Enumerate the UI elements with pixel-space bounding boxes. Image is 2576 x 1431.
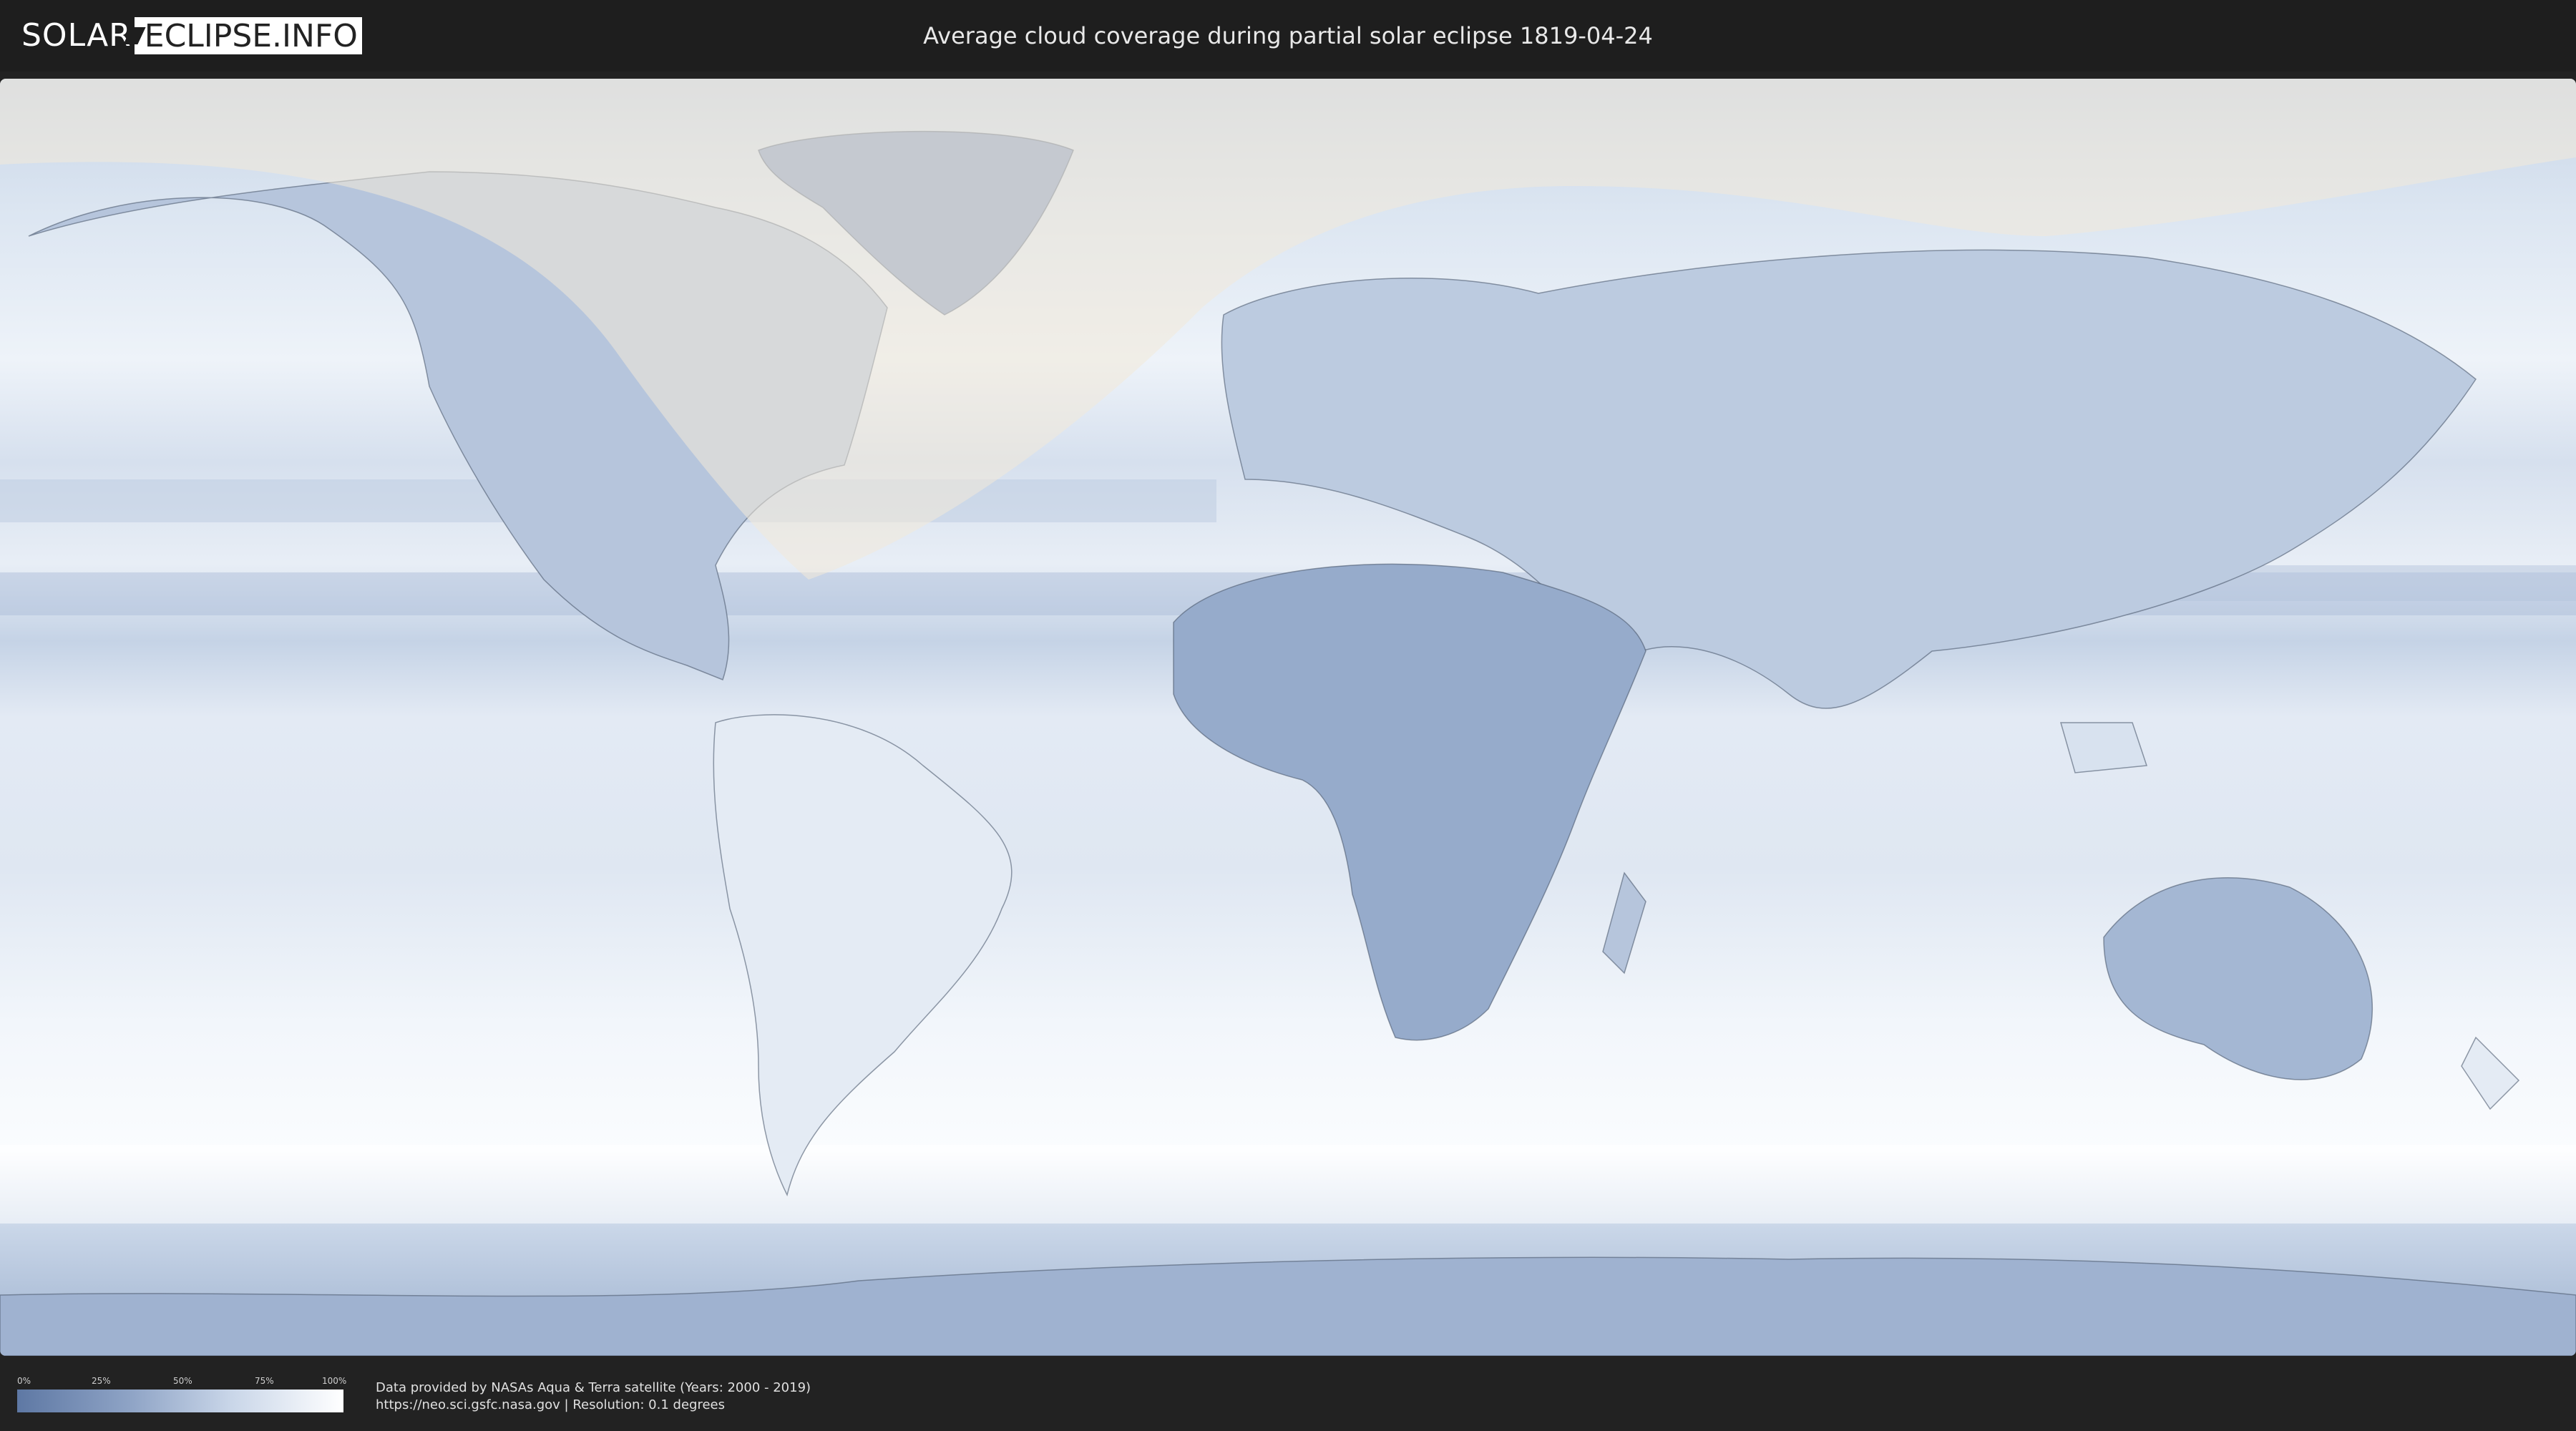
southern-ocean-clouds [0,1145,2576,1224]
credits-line-source: Data provided by NASAs Aqua & Terra sate… [376,1380,811,1395]
logo-text-eclipse-info-label: ECLIPSE.INFO [144,18,358,54]
legend-tick-100: 100% [322,1376,347,1386]
legend-tick-0: 0% [17,1376,31,1386]
credits-line-url[interactable]: https://neo.sci.gsfc.nasa.gov | Resoluti… [376,1397,811,1414]
logo-text-solar: SOLAR [21,17,132,54]
logo-text-eclipse-info: ECLIPSE.INFO [123,17,362,54]
cloud-coverage-legend: 0% 25% 50% 75% 100% [17,1375,347,1412]
legend-gradient-bar [17,1390,343,1412]
data-credits: Data provided by NASAs Aqua & Terra sate… [376,1379,811,1414]
legend-tick-25: 25% [92,1376,111,1386]
legend-tick-50: 50% [173,1376,192,1386]
map-canvas [0,79,2576,1356]
header-bar: SOLAR ECLIPSE.INFO Average cloud coverag… [0,0,2576,72]
site-logo[interactable]: SOLAR ECLIPSE.INFO [21,16,362,56]
indonesia-islands [2060,722,2148,773]
legend-tick-75: 75% [255,1376,274,1386]
page-title: Average cloud coverage during partial so… [923,22,1653,49]
cloud-coverage-map[interactable] [0,79,2576,1356]
legend-tick-labels: 0% 25% 50% 75% 100% [17,1375,347,1387]
